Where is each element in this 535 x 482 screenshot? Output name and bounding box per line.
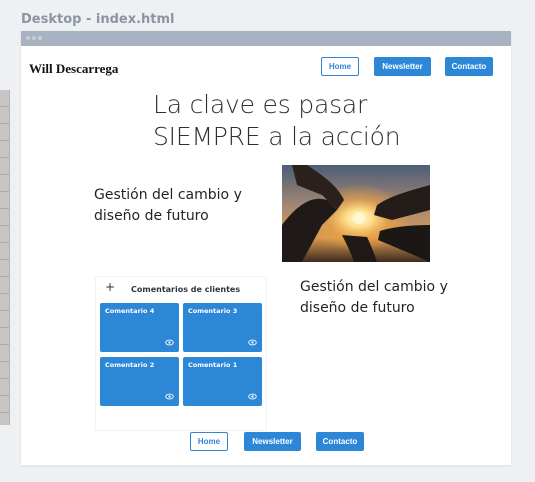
footer-contacto-button[interactable]: Contacto [316, 432, 364, 451]
hero-image-puzzle-hands [282, 165, 430, 262]
hero-heading: La clave es pasar SIEMPRE a la acción [153, 89, 401, 153]
eye-icon[interactable] [248, 392, 257, 401]
comment-card[interactable]: Comentario 4 [100, 303, 179, 352]
window-dots-icon [26, 36, 42, 40]
adjacent-artboard-edge [0, 90, 10, 425]
comment-card[interactable]: Comentario 3 [183, 303, 262, 352]
comments-title: Comentarios de clientes [131, 285, 241, 294]
footer-newsletter-button[interactable]: Newsletter [244, 432, 301, 451]
comment-card-label: Comentario 1 [188, 361, 238, 369]
eye-icon[interactable] [165, 392, 174, 401]
comment-card[interactable]: Comentario 2 [100, 357, 179, 406]
comment-card[interactable]: Comentario 1 [183, 357, 262, 406]
nav-home-button[interactable]: Home [321, 57, 359, 76]
artboard-label: Desktop - index.html [21, 12, 175, 27]
client-comments-panel: + Comentarios de clientes Comentario 4 C… [95, 276, 267, 431]
eye-icon[interactable] [248, 338, 257, 347]
hero-line-1: La clave es pasar [153, 90, 368, 119]
nav-newsletter-button[interactable]: Newsletter [374, 57, 431, 76]
site-brand[interactable]: Will Descarrega [29, 61, 118, 77]
comment-card-label: Comentario 2 [105, 361, 155, 369]
section-2-line-2: diseño de futuro [300, 300, 415, 316]
eye-icon[interactable] [165, 338, 174, 347]
comment-card-label: Comentario 4 [105, 307, 155, 315]
browser-title-bar [21, 31, 511, 46]
footer-home-button[interactable]: Home [190, 432, 228, 451]
section-1-line-1: Gestión del cambio y [94, 187, 242, 203]
hero-line-2: SIEMPRE a la acción [153, 122, 401, 151]
browser-frame: Will Descarrega Home Newsletter Contacto… [21, 31, 511, 465]
nav-contacto-button[interactable]: Contacto [445, 57, 493, 76]
section-1-line-2: diseño de futuro [94, 208, 209, 224]
plus-icon[interactable]: + [105, 280, 115, 294]
section-1-text: Gestión del cambio y diseño de futuro [94, 185, 242, 227]
section-2-line-1: Gestión del cambio y [300, 279, 448, 295]
comment-card-label: Comentario 3 [188, 307, 238, 315]
section-2-text: Gestión del cambio y diseño de futuro [300, 277, 448, 319]
